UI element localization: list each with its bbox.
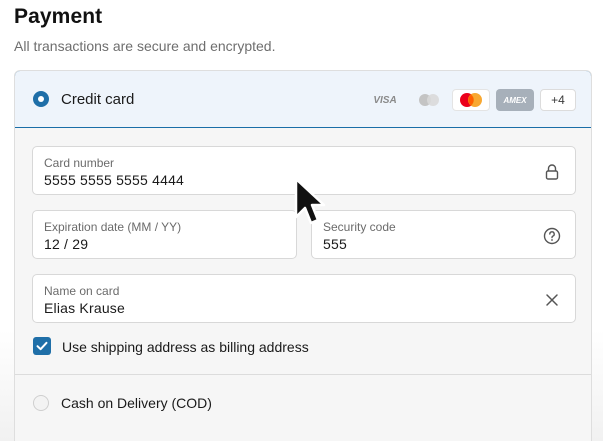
security-code-value[interactable]: 555: [323, 236, 347, 252]
payment-methods: Credit card VISA AMEX +4 Card number 555…: [14, 70, 592, 441]
card-number-value[interactable]: 5555 5555 5555 4444: [44, 172, 184, 188]
lock-icon: [545, 164, 559, 180]
name-on-card-field[interactable]: Name on card Elias Krause: [32, 274, 576, 323]
expiration-date-field[interactable]: Expiration date (MM / YY) 12 / 29: [32, 210, 297, 259]
generic-card-icon: [412, 89, 446, 111]
card-number-label: Card number: [44, 156, 115, 170]
name-on-card-label: Name on card: [44, 284, 120, 298]
expiration-date-label: Expiration date (MM / YY): [44, 220, 182, 234]
divider: [15, 374, 591, 375]
credit-card-option[interactable]: Credit card VISA AMEX +4: [15, 71, 591, 128]
security-code-field[interactable]: Security code 555: [311, 210, 576, 259]
clear-icon[interactable]: [543, 291, 561, 309]
payment-page: Payment All transactions are secure and …: [0, 0, 603, 441]
mouse-cursor-icon: [294, 177, 326, 225]
visa-icon: VISA: [366, 89, 404, 111]
credit-card-radio[interactable]: [33, 91, 49, 107]
security-code-label: Security code: [323, 220, 396, 234]
billing-address-label[interactable]: Use shipping address as billing address: [62, 339, 309, 355]
page-title: Payment: [14, 5, 103, 28]
amex-text: AMEX: [503, 95, 527, 105]
page-subtitle: All transactions are secure and encrypte…: [14, 38, 276, 54]
mastercard-icon: [452, 89, 490, 111]
expiration-date-value[interactable]: 12 / 29: [44, 236, 88, 252]
amex-icon: AMEX: [496, 89, 534, 111]
cod-option-label[interactable]: Cash on Delivery (COD): [61, 395, 212, 411]
help-circle-icon[interactable]: [543, 227, 561, 245]
credit-card-label: Credit card: [61, 91, 135, 108]
name-on-card-value[interactable]: Elias Krause: [44, 300, 125, 316]
cod-radio[interactable]: [33, 395, 49, 411]
checkmark-icon: [36, 341, 48, 351]
visa-text: VISA: [373, 94, 397, 106]
billing-address-checkbox[interactable]: [33, 337, 51, 355]
more-brands-badge: +4: [540, 89, 576, 111]
